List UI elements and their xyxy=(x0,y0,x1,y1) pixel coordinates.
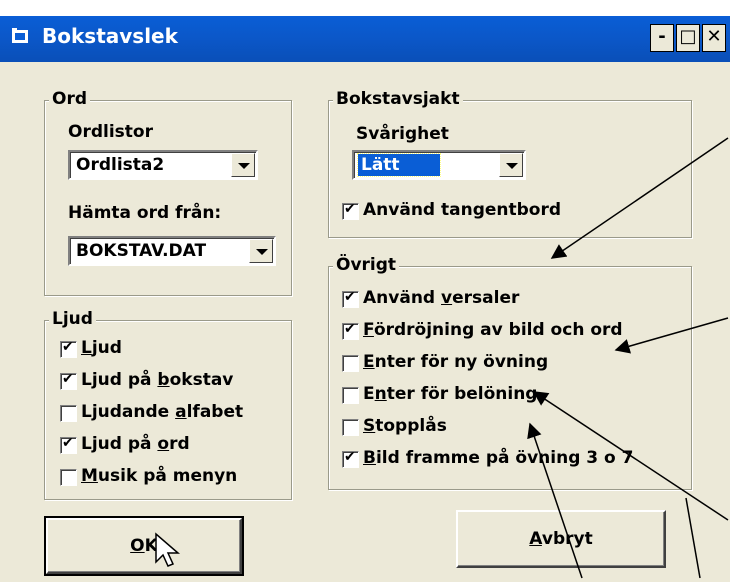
accelerator-key: b xyxy=(157,370,170,390)
checkbox-box[interactable] xyxy=(342,387,359,404)
label-part: Ljud på xyxy=(81,434,158,454)
accelerator-key: a xyxy=(175,402,187,422)
avbryt-button[interactable]: Avbryt xyxy=(456,510,666,568)
accelerator-key: M xyxy=(81,466,98,486)
ordlistor-combo[interactable]: Ordlista2 xyxy=(68,150,258,180)
label-part: okstav xyxy=(169,370,234,390)
ljud-checkbox-label: Ljud på bokstav xyxy=(81,370,233,390)
checkbox-box[interactable] xyxy=(342,449,359,468)
hamta-value: BOKSTAV.DAT xyxy=(76,241,207,261)
minimize-button[interactable]: - xyxy=(650,24,674,52)
app-icon xyxy=(12,28,28,43)
chevron-down-icon[interactable] xyxy=(249,239,273,263)
close-button[interactable]: ✕ xyxy=(702,24,726,52)
ljud-legend: Ljud xyxy=(49,309,96,329)
avbryt-label: vbryt xyxy=(541,529,593,549)
checkbox-box[interactable] xyxy=(342,355,359,372)
anvand-tangentbord-label: Använd tangentbord xyxy=(363,200,562,220)
label-part: usik på menyn xyxy=(97,466,238,486)
label-part: lfabet xyxy=(186,402,244,422)
ljud-checkbox-label: Ljudande alfabet xyxy=(81,402,243,422)
checkbox-box[interactable] xyxy=(60,371,77,390)
checkbox-box[interactable] xyxy=(342,289,359,308)
checkbox-box[interactable] xyxy=(60,339,77,358)
accelerator-key: B xyxy=(363,448,376,468)
checkbox-box[interactable] xyxy=(342,201,359,220)
accelerator-key: v xyxy=(441,288,453,308)
ovrigt-checkbox-label: Bild framme på övning 3 o 7 xyxy=(363,448,633,468)
checkbox-box[interactable] xyxy=(60,469,77,486)
label-part: rd xyxy=(169,434,190,454)
accelerator-key: o xyxy=(157,434,170,454)
ordlistor-label: Ordlistor xyxy=(68,122,153,142)
label-part: Ljudande xyxy=(81,402,176,422)
label-part: ersaler xyxy=(452,288,520,308)
pointer-line xyxy=(685,497,701,579)
accelerator-key: L xyxy=(81,338,92,358)
label-part: ter för belöning xyxy=(386,384,538,404)
label-part: topplås xyxy=(375,416,447,436)
title-bar: Bokstavslek - □ ✕ xyxy=(0,0,730,62)
avbryt-accel: A xyxy=(529,529,542,549)
label-part: Använd xyxy=(363,288,442,308)
label-part: ördröjning av bild och ord xyxy=(373,320,623,340)
label-part: E xyxy=(363,384,375,404)
ljud-checkbox-label: Ljud på ord xyxy=(81,434,190,454)
ljud-checkbox-label: Musik på menyn xyxy=(81,466,237,486)
bokstavsjakt-legend: Bokstavsjakt xyxy=(333,89,463,109)
hamta-combo[interactable]: BOKSTAV.DAT xyxy=(68,236,276,266)
checkbox-box[interactable] xyxy=(60,435,77,454)
ordlistor-value: Ordlista2 xyxy=(76,155,165,175)
label-part: ild framme på övning 3 o 7 xyxy=(375,448,634,468)
hamta-label: Hämta ord från: xyxy=(68,203,222,223)
ord-legend: Ord xyxy=(49,89,91,109)
label-part: jud xyxy=(91,338,122,358)
mouse-cursor-icon xyxy=(155,532,181,567)
accelerator-key: S xyxy=(363,416,376,436)
accelerator-key: F xyxy=(363,320,374,340)
accelerator-key: E xyxy=(363,352,375,372)
accelerator-key: n xyxy=(374,384,387,404)
maximize-button[interactable]: □ xyxy=(676,24,700,52)
ok-button[interactable]: OK xyxy=(44,516,244,576)
ok-accel: O xyxy=(130,536,145,556)
svarighet-label: Svårighet xyxy=(356,124,449,144)
checkbox-box[interactable] xyxy=(60,405,77,422)
ovrigt-checkbox-label: Enter för ny övning xyxy=(363,352,548,372)
svarighet-value: Lätt xyxy=(357,153,441,177)
ovrigt-checkbox-label: Fördröjning av bild och ord xyxy=(363,320,623,340)
checkbox-box[interactable] xyxy=(342,419,359,436)
label-part: nter för ny övning xyxy=(374,352,549,372)
ljud-checkbox-label: Ljud xyxy=(81,338,122,358)
chevron-down-icon[interactable] xyxy=(499,153,523,177)
dialog-window: Bokstavslek - □ ✕ Ord Ordlistor Ordlista… xyxy=(0,0,730,582)
svarighet-combo[interactable]: Lätt xyxy=(352,150,526,180)
window-title: Bokstavslek xyxy=(42,24,178,48)
chevron-down-icon[interactable] xyxy=(231,153,255,177)
ovrigt-legend: Övrigt xyxy=(333,255,400,275)
ovrigt-checkbox-label: Använd versaler xyxy=(363,288,519,308)
checkbox-box[interactable] xyxy=(342,321,359,340)
ovrigt-checkbox-label: Stopplås xyxy=(363,416,447,436)
ovrigt-checkbox-label: Enter för belöning xyxy=(363,384,537,404)
label-part: Ljud på xyxy=(81,370,158,390)
